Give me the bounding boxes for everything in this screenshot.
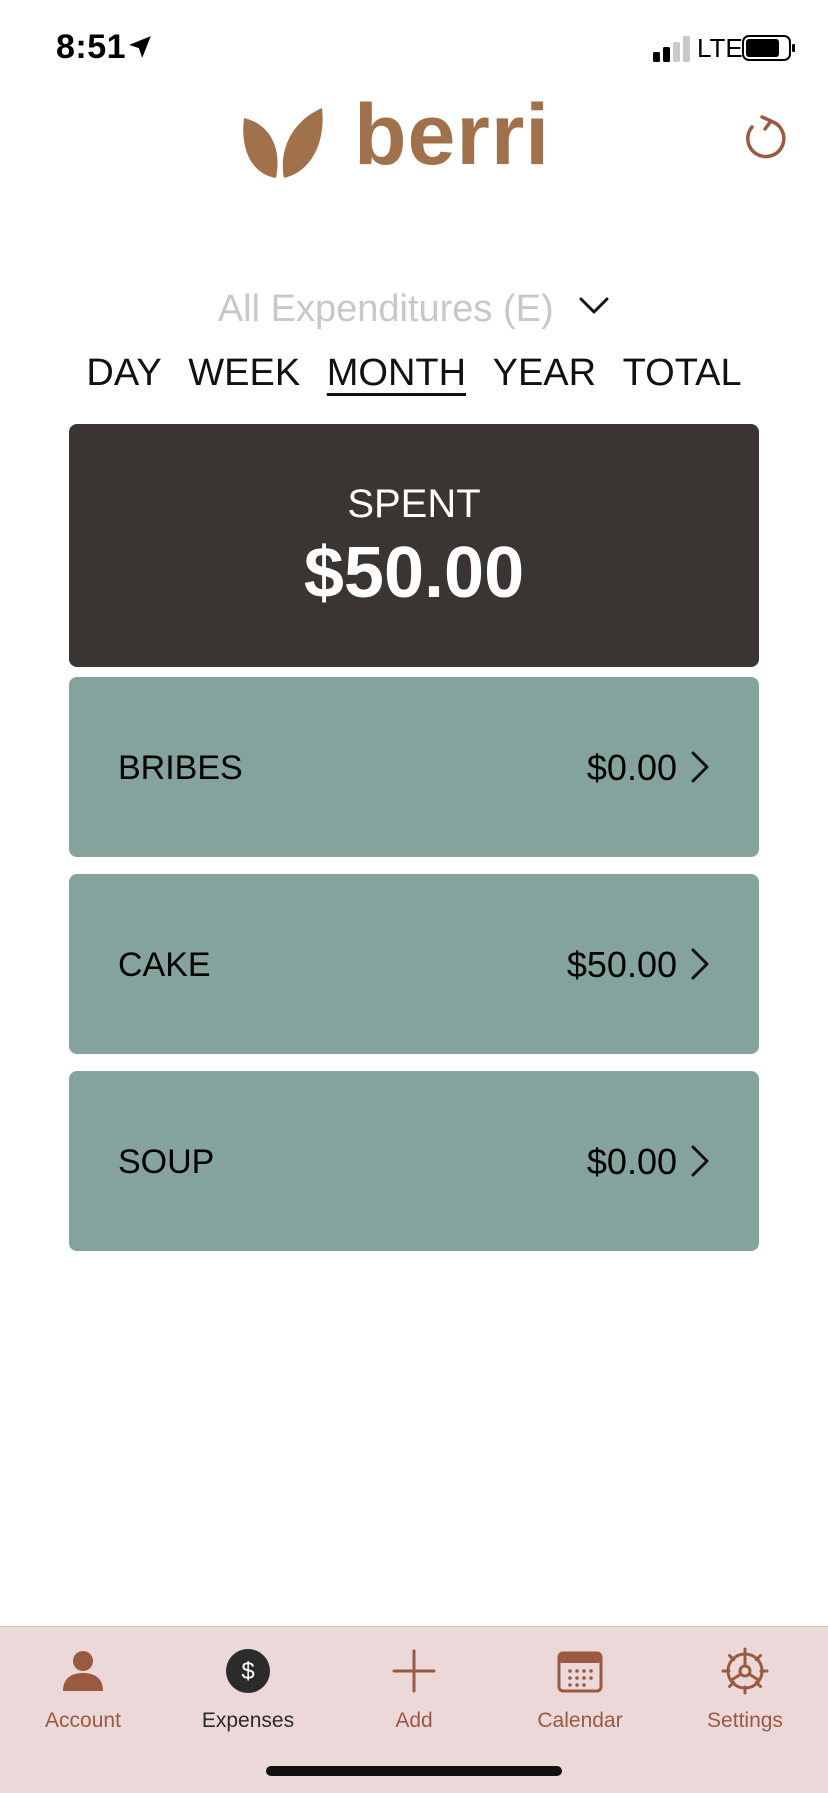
location-arrow-icon <box>129 36 151 58</box>
category-row-soup[interactable]: SOUP $0.00 <box>69 1071 759 1251</box>
tab-calendar[interactable]: Calendar <box>497 1627 663 1747</box>
period-total[interactable]: TOTAL <box>623 352 742 395</box>
plus-icon <box>392 1649 436 1693</box>
spent-amount: $50.00 <box>303 533 525 613</box>
chevron-right-icon <box>691 1145 709 1177</box>
filter-label: All Expenditures (E) <box>217 288 554 330</box>
svg-text:$: $ <box>241 1658 254 1685</box>
chevron-down-icon <box>579 297 609 314</box>
gear-icon <box>721 1647 769 1695</box>
tab-label: Settings <box>707 1709 783 1732</box>
category-row-bribes[interactable]: BRIBES $0.00 <box>69 677 759 857</box>
category-name: BRIBES <box>118 749 243 787</box>
period-week[interactable]: WEEK <box>188 352 300 395</box>
battery-icon <box>742 35 795 61</box>
dollar-icon: $ <box>226 1649 270 1693</box>
period-selector: DAY WEEK MONTH YEAR TOTAL <box>0 352 828 395</box>
period-year[interactable]: YEAR <box>493 352 596 395</box>
tab-label: Calendar <box>537 1709 623 1732</box>
tab-expenses[interactable]: $ Expenses <box>165 1627 331 1747</box>
category-amount: $0.00 <box>586 747 677 788</box>
spent-label: SPENT <box>347 482 481 526</box>
tab-add[interactable]: Add <box>331 1627 497 1747</box>
home-indicator <box>266 1766 562 1776</box>
period-day[interactable]: DAY <box>86 352 161 395</box>
network-type: LTE <box>697 33 743 63</box>
category-name: CAKE <box>118 946 211 984</box>
logo-wordmark: berri <box>354 87 551 183</box>
tab-account[interactable]: Account <box>0 1627 166 1747</box>
category-amount: $50.00 <box>566 944 677 985</box>
spent-summary-card: SPENT $50.00 <box>69 424 759 667</box>
chevron-right-icon <box>691 948 709 980</box>
status-bar: 8:51 LTE <box>0 0 828 100</box>
tab-label: Expenses <box>201 1709 295 1732</box>
refresh-icon[interactable] <box>740 113 790 163</box>
leaf-logo-icon <box>243 108 323 178</box>
category-row-cake[interactable]: CAKE $50.00 <box>69 874 759 1054</box>
expenditure-filter-dropdown[interactable]: All Expenditures (E) <box>0 288 828 331</box>
tab-settings[interactable]: Settings <box>662 1627 828 1747</box>
calendar-icon <box>557 1651 603 1693</box>
person-icon <box>63 1651 103 1691</box>
tab-label: Add <box>395 1709 433 1732</box>
category-name: SOUP <box>118 1143 215 1181</box>
signal-strength-icon <box>653 36 690 62</box>
period-month[interactable]: MONTH <box>327 352 466 395</box>
chevron-right-icon <box>691 751 709 783</box>
status-time: 8:51 <box>56 28 127 66</box>
tab-label: Account <box>45 1709 121 1732</box>
app-logo: berri <box>240 92 560 184</box>
category-amount: $0.00 <box>586 1141 677 1182</box>
